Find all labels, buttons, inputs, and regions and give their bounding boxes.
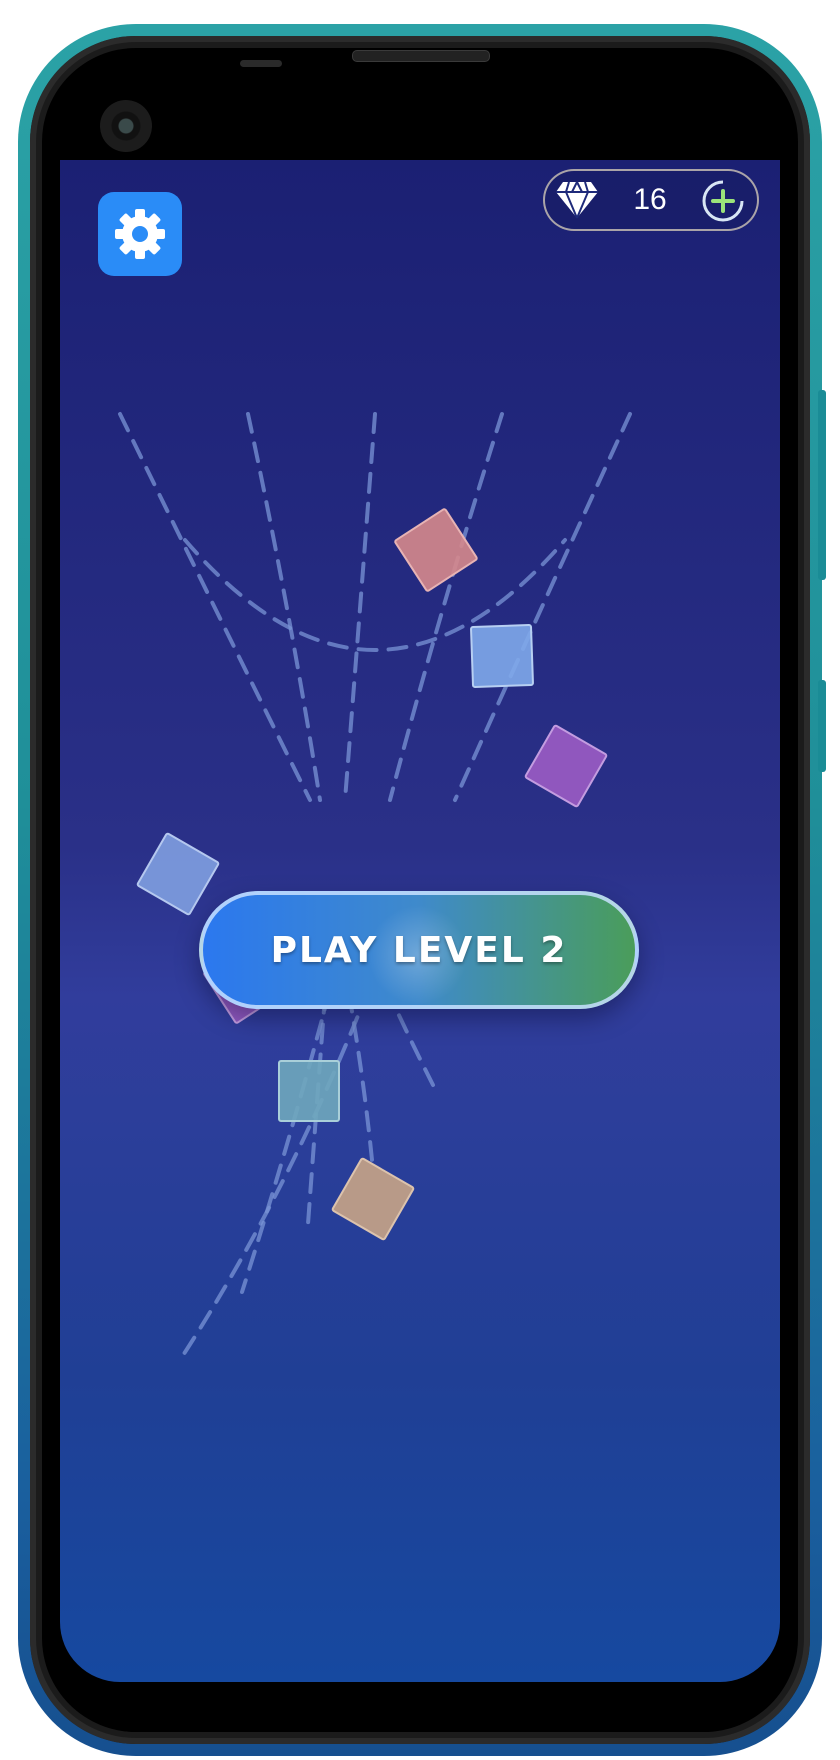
dashed-path — [388, 412, 504, 802]
volume-button — [818, 390, 826, 580]
dashed-path — [343, 412, 377, 802]
gear-icon — [115, 209, 165, 259]
front-camera — [100, 100, 152, 152]
block — [470, 624, 534, 688]
play-level-button[interactable]: PLAY LEVEL 2 — [199, 891, 639, 1009]
block — [331, 1157, 415, 1241]
add-gems-button[interactable] — [701, 179, 745, 223]
power-button — [818, 680, 826, 772]
dashed-path — [453, 412, 632, 802]
block — [524, 724, 608, 808]
speaker-grille — [352, 50, 490, 62]
block — [394, 508, 478, 592]
game-screen: 16 PLAY LEVEL 2 — [60, 160, 780, 1682]
block — [278, 1060, 340, 1122]
gem-counter: 16 — [543, 169, 759, 231]
settings-button[interactable] — [98, 192, 182, 276]
gem-count: 16 — [633, 183, 667, 216]
earpiece — [240, 60, 282, 67]
play-level-label: PLAY LEVEL 2 — [270, 929, 568, 971]
dashed-path — [118, 412, 312, 802]
block — [136, 832, 220, 916]
diamond-icon — [556, 181, 598, 219]
